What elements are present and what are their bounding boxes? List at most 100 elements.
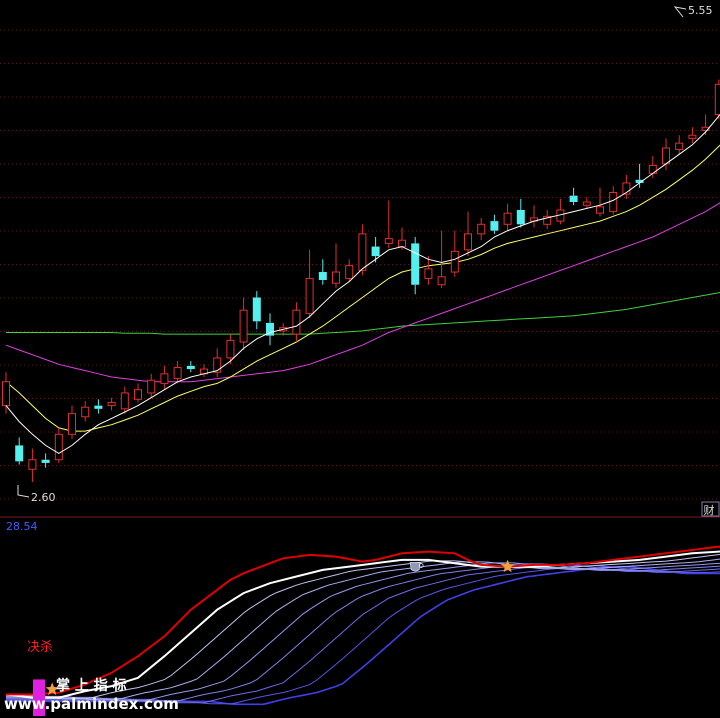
- candle-body: [714, 83, 720, 116]
- candle-up: [464, 211, 472, 257]
- watermark-text: www.palmindex.com: [4, 695, 179, 713]
- candle-body: [186, 365, 195, 370]
- candle-down: [371, 237, 380, 263]
- candle-up: [54, 427, 63, 463]
- candle-up: [160, 365, 169, 390]
- candle-up: [239, 297, 248, 350]
- candle-body: [332, 271, 340, 284]
- candle-up: [543, 209, 552, 230]
- candle-up: [68, 405, 76, 440]
- candle-body: [516, 209, 525, 225]
- candle-body: [345, 265, 354, 279]
- candle-body: [94, 405, 103, 409]
- candle-up: [596, 187, 604, 217]
- candle-body: [120, 392, 129, 410]
- candle-body: [437, 276, 446, 286]
- signal-label: 决杀: [27, 640, 53, 655]
- candle-body: [411, 243, 420, 285]
- low-price-label: 2.60: [31, 491, 56, 504]
- candle-body: [252, 297, 261, 322]
- candle-body: [226, 339, 235, 359]
- candle-up: [200, 364, 208, 378]
- candle-body: [15, 445, 24, 462]
- side-tag-label: 财: [704, 503, 715, 517]
- candle-up: [134, 383, 142, 403]
- high-pointer: [673, 6, 687, 18]
- candle-up: [477, 217, 486, 241]
- red-line: [6, 545, 720, 696]
- candle-up: [226, 334, 235, 365]
- candle-down: [411, 237, 420, 295]
- candle-up: [213, 348, 222, 378]
- candle-down: [252, 291, 261, 330]
- candle-body: [582, 201, 591, 206]
- candles: [2, 79, 720, 483]
- candle-up: [424, 256, 433, 285]
- candle-body: [81, 406, 90, 418]
- candle-body: [292, 309, 301, 335]
- kline-chart: 5.55 2.60 财 28.54 决杀 掌 上 指 标 www.palmind…: [0, 4, 720, 716]
- low-pointer: [17, 485, 30, 498]
- candle-up: [120, 386, 129, 414]
- candle-body: [358, 233, 367, 271]
- candle-up: [292, 302, 301, 343]
- candle-up: [556, 198, 565, 225]
- candle-body: [464, 233, 472, 251]
- white-path: [5, 550, 720, 699]
- candle-body: [384, 238, 393, 244]
- candle-body: [28, 459, 37, 470]
- white-line: [5, 550, 720, 699]
- candle-up: [675, 135, 684, 155]
- candle-body: [596, 206, 604, 214]
- candle-body: [2, 381, 10, 407]
- candle-up: [384, 200, 393, 249]
- candle-down: [318, 259, 327, 285]
- candle-body: [134, 389, 142, 400]
- candle-body: [305, 277, 314, 314]
- red-path: [6, 545, 720, 696]
- candle-up: [503, 203, 512, 231]
- candle-body: [398, 239, 406, 248]
- candle-body: [54, 433, 63, 461]
- candle-down: [94, 399, 103, 414]
- candle-body: [675, 142, 684, 151]
- candle-body: [147, 379, 156, 394]
- candle-up: [81, 400, 90, 422]
- candle-up: [582, 197, 591, 209]
- candle-up: [450, 230, 459, 277]
- candle-up: [305, 249, 314, 319]
- side-tag[interactable]: 财: [701, 501, 720, 517]
- indicator-panel: 28.54 决杀 掌 上 指 标 www.palmindex.com: [4, 520, 720, 716]
- high-price-label: 5.55: [688, 4, 713, 17]
- candle-up: [530, 205, 538, 228]
- candle-body: [107, 401, 116, 407]
- candle-down: [516, 198, 525, 228]
- indicator-caption: 掌 上 指 标: [56, 677, 127, 694]
- candle-down: [186, 361, 195, 373]
- candle-body: [688, 134, 697, 139]
- candle-body: [68, 413, 76, 435]
- candle-down: [266, 313, 274, 346]
- candle-body: [609, 191, 618, 213]
- candle-body: [239, 309, 248, 343]
- candle-up: [332, 243, 340, 288]
- candle-down: [635, 163, 644, 188]
- candle-up: [622, 174, 631, 199]
- star-markers: [45, 559, 515, 696]
- low-price-marker: 2.60: [17, 485, 56, 504]
- candle-body: [371, 246, 380, 257]
- ribbon-line: [6, 553, 720, 700]
- candle-body: [490, 221, 499, 231]
- cup-body: [409, 562, 421, 572]
- candle-up: [714, 79, 720, 120]
- candle-up: [345, 259, 354, 282]
- candle-up: [437, 230, 446, 288]
- candle-up: [173, 361, 182, 384]
- candle-up: [28, 448, 37, 483]
- candle-up: [2, 372, 10, 414]
- candle-body: [569, 195, 578, 203]
- candle-body: [173, 366, 182, 380]
- candle-body: [477, 223, 486, 235]
- candle-body: [318, 272, 327, 280]
- candle-down: [490, 214, 499, 234]
